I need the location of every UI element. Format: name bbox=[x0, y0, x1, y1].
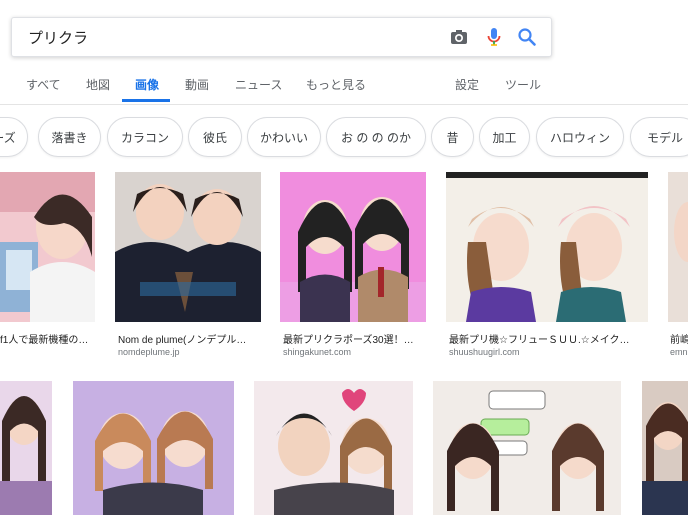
search-input[interactable]: プリクラ bbox=[28, 27, 88, 48]
chip-kawaii[interactable]: かわいい bbox=[247, 117, 321, 157]
microphone-icon[interactable] bbox=[484, 27, 504, 47]
tab-videos[interactable]: 動画 bbox=[185, 76, 209, 93]
image-result-thumbnail[interactable] bbox=[446, 172, 648, 322]
image-result-thumbnail[interactable] bbox=[0, 172, 95, 322]
chip-colored-contacts[interactable]: カラコン bbox=[107, 117, 183, 157]
search-box[interactable]: プリクラ bbox=[11, 17, 552, 57]
image-result-thumbnail[interactable] bbox=[0, 381, 52, 515]
image-result-title[interactable]: Nom de plume(ノンデプル… bbox=[118, 331, 261, 346]
tab-settings[interactable]: 設定 bbox=[455, 76, 479, 93]
image-result-source[interactable]: nomdeplume.jp bbox=[118, 347, 261, 357]
top-bar: プリクラ すべて 地図 画像 動画 ニュース もっと見る 設定 ツール bbox=[0, 0, 688, 105]
chip-halloween[interactable]: ハロウィン bbox=[536, 117, 624, 157]
image-result-thumbnail[interactable] bbox=[668, 172, 688, 322]
image-result-source[interactable]: emn bbox=[670, 347, 688, 357]
tab-tools[interactable]: ツール bbox=[505, 76, 541, 93]
image-result-title[interactable]: 前嶋 bbox=[670, 331, 688, 346]
image-result-thumbnail[interactable] bbox=[433, 381, 621, 515]
tab-maps[interactable]: 地図 bbox=[86, 76, 110, 93]
tab-all[interactable]: すべて bbox=[26, 76, 61, 93]
image-result-thumbnail[interactable] bbox=[642, 381, 688, 515]
image-result-title[interactable]: 最新プリクラポーズ30選！… bbox=[283, 331, 426, 346]
camera-icon[interactable] bbox=[449, 27, 469, 47]
chip-model[interactable]: モデル bbox=[630, 117, 688, 157]
chip-boyfriend[interactable]: 彼氏 bbox=[188, 117, 242, 157]
image-result-thumbnail[interactable] bbox=[254, 381, 413, 515]
image-result-source[interactable]: shuushuugirl.com bbox=[449, 347, 648, 357]
image-result-title[interactable]: 最新プリ機☆フリューＳＵＵ.☆メイク… bbox=[449, 331, 648, 346]
image-result-thumbnail[interactable] bbox=[280, 172, 426, 322]
chip-old[interactable]: 昔 bbox=[431, 117, 474, 157]
image-result-source[interactable]: shingakunet.com bbox=[283, 347, 426, 357]
chip-edit[interactable]: 加工 bbox=[479, 117, 530, 157]
image-result-thumbnail[interactable] bbox=[73, 381, 234, 515]
search-icon[interactable] bbox=[517, 27, 537, 47]
chip-rakugaki[interactable]: 落書き bbox=[38, 117, 101, 157]
image-result-title[interactable]: f1人で最新機種の… bbox=[0, 331, 95, 346]
related-search-chips: ーズ 落書き カラコン 彼氏 かわいい お の の のか 昔 加工 ハロウィン … bbox=[0, 117, 688, 159]
chip-onono-noka[interactable]: お の の のか bbox=[326, 117, 426, 157]
tab-images[interactable]: 画像 bbox=[135, 76, 159, 93]
image-result-thumbnail[interactable] bbox=[115, 172, 261, 322]
tab-more[interactable]: もっと見る bbox=[306, 76, 366, 93]
active-tab-indicator bbox=[122, 99, 170, 102]
chip-poses[interactable]: ーズ bbox=[0, 117, 28, 157]
tab-news[interactable]: ニュース bbox=[235, 76, 282, 93]
search-tabs: すべて 地図 画像 動画 ニュース もっと見る 設定 ツール bbox=[0, 76, 688, 104]
